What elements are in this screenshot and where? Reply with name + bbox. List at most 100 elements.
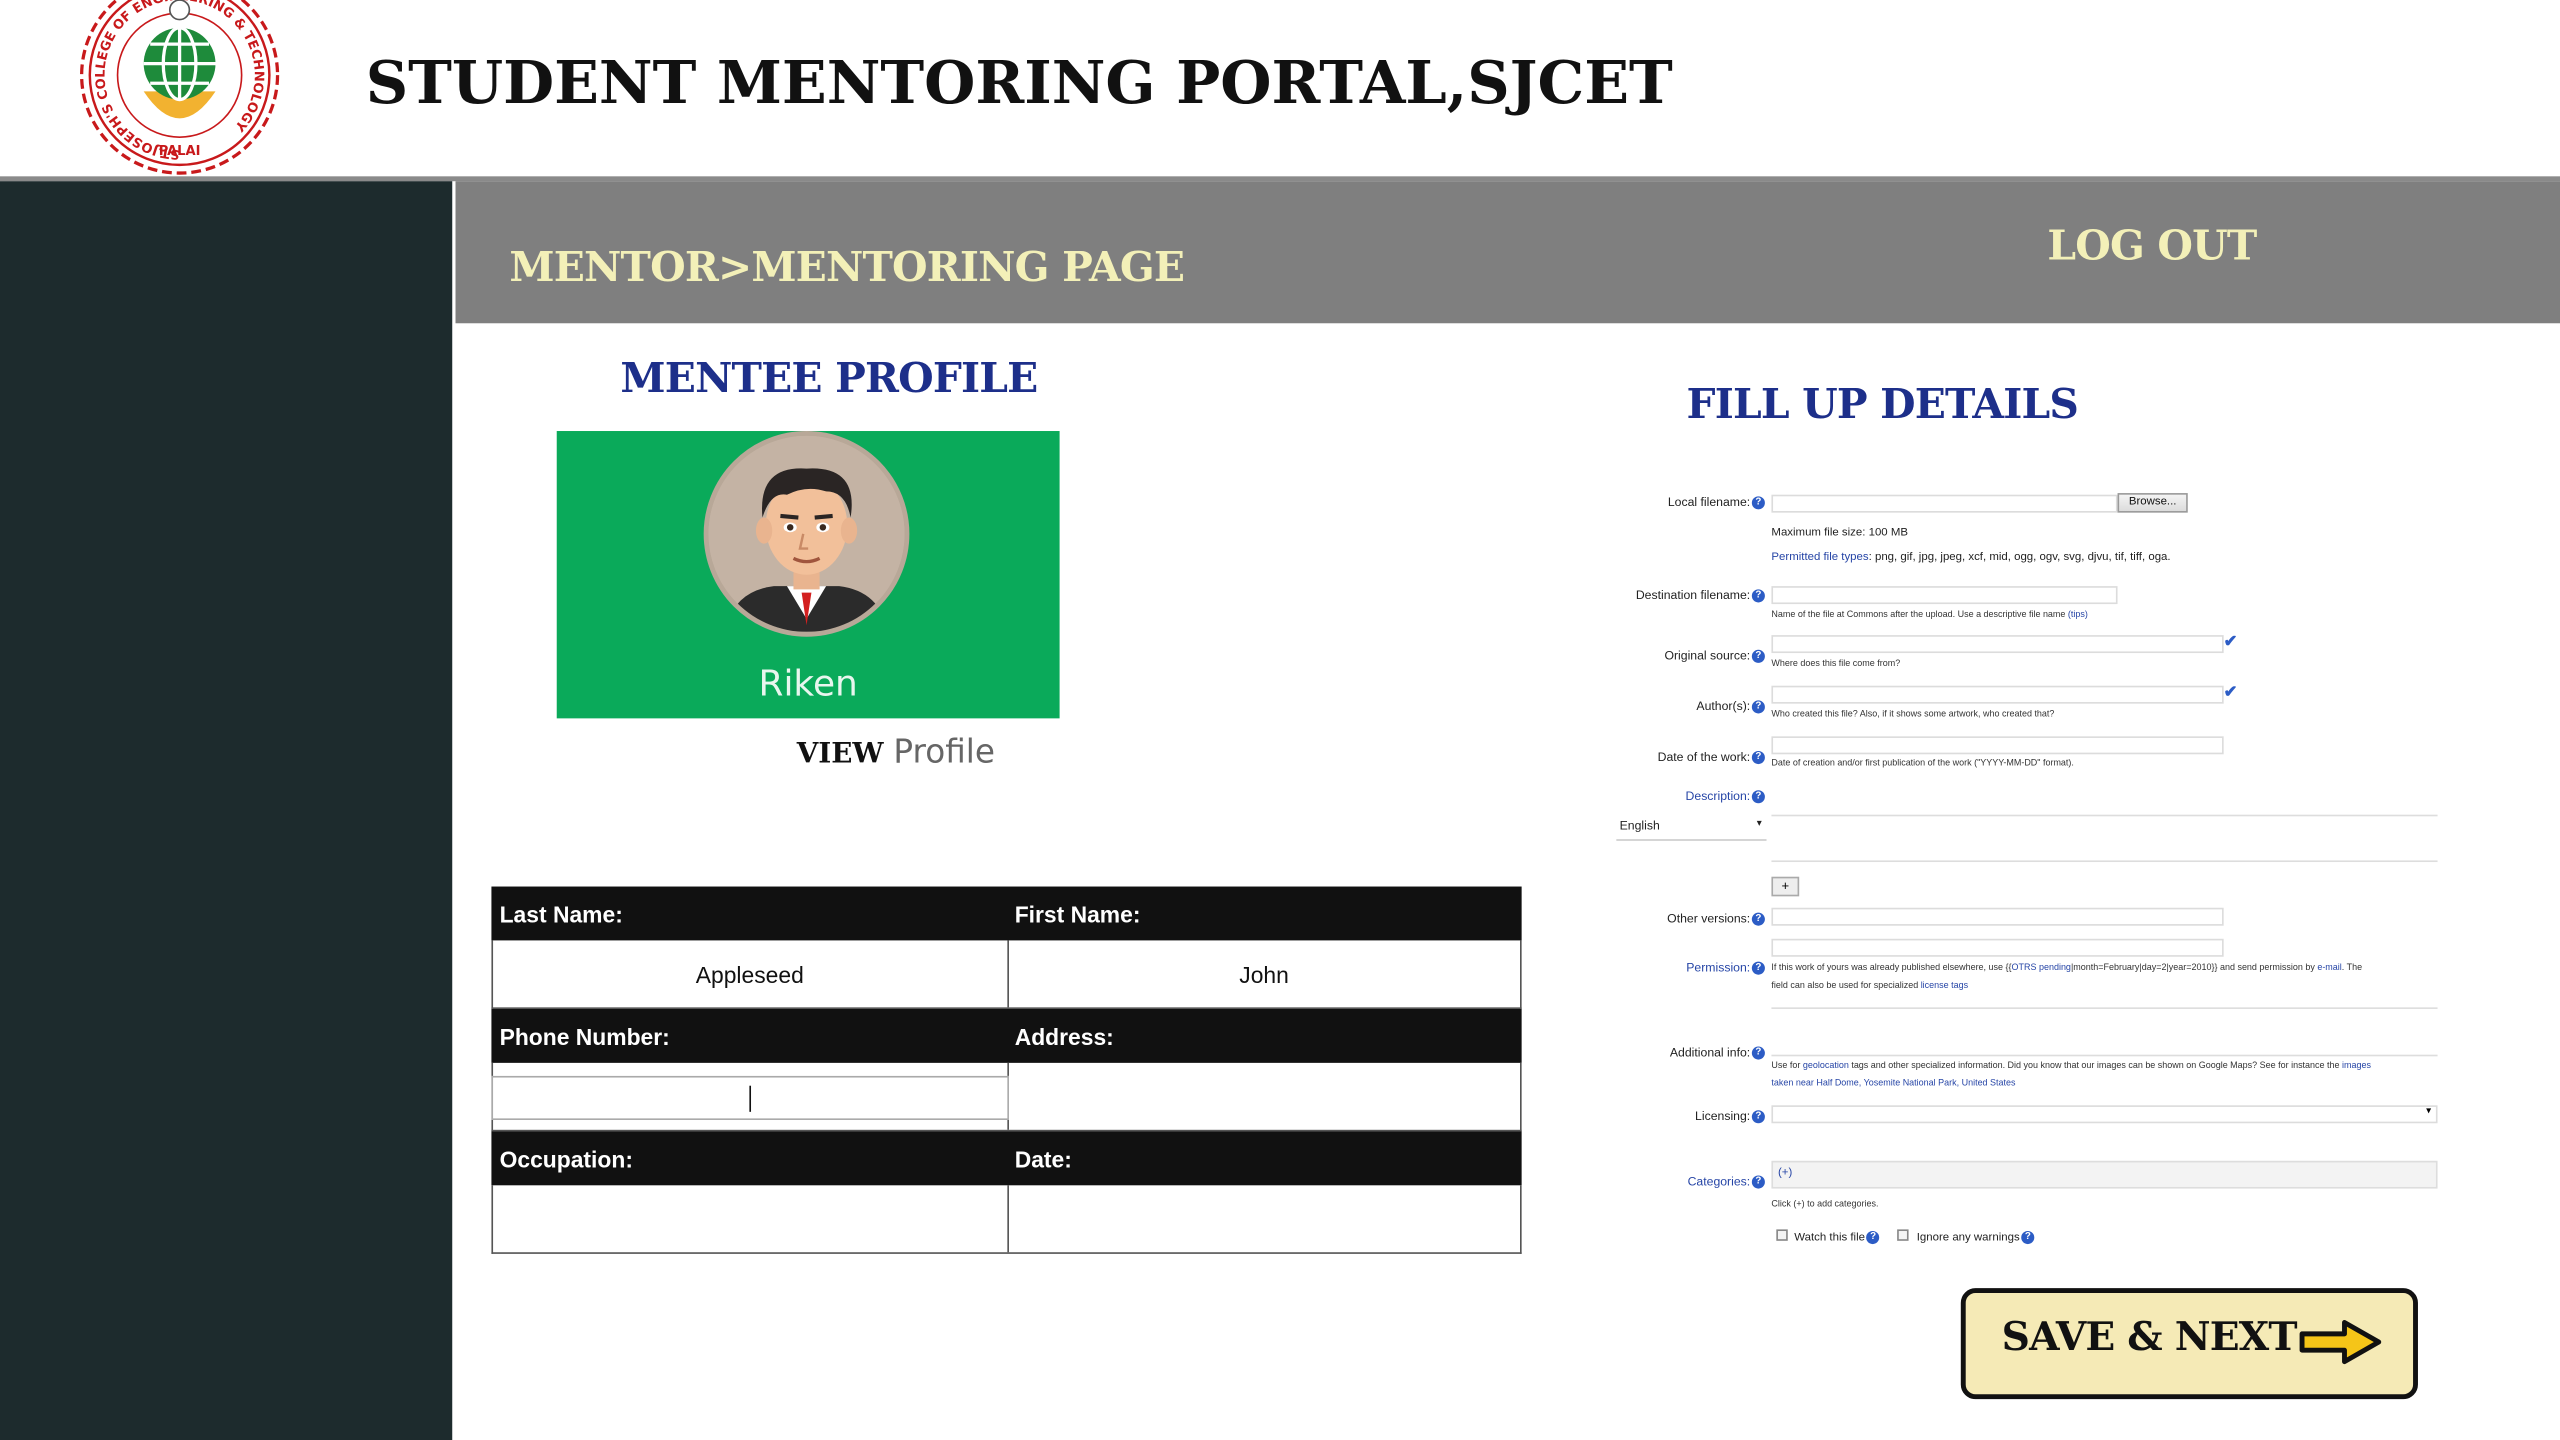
date-of-work-input[interactable] [1771, 736, 2224, 755]
help-icon[interactable]: ? [2021, 1231, 2035, 1245]
permission-field-label: Permission:? [1686, 960, 1765, 975]
destination-filename-input[interactable] [1771, 586, 2118, 605]
logout-button[interactable]: LOG OUT [2047, 222, 2257, 269]
ignore-warnings-checkbox[interactable] [1897, 1229, 1909, 1241]
fill-up-details-heading: FILL UP DETAILS [1686, 380, 2079, 428]
date-label: Date: [1014, 1145, 1072, 1172]
add-category-link[interactable]: (+) [1778, 1167, 1792, 1178]
help-icon[interactable]: ? [1751, 751, 1765, 765]
licensing-select[interactable]: ▾ [1771, 1105, 2438, 1124]
add-description-button[interactable]: + [1771, 876, 1800, 897]
language-select[interactable]: English ▾ [1616, 815, 1767, 841]
mentee-name: Riken [758, 664, 858, 706]
first-name-label: First Name: [1014, 900, 1141, 927]
authors-field-label: Author(s):? [1696, 698, 1765, 714]
local-filename-label: Local filename: [1667, 494, 1751, 510]
page: ST.JOSEPH'S COLLEGE OF ENGINEERING & TEC… [0, 0, 2560, 1440]
additional-info-note-line2: taken near Half Dome, Yosemite National … [1771, 1079, 2015, 1089]
permission-note: If this work of yours was already publis… [1771, 963, 2362, 973]
last-name-label: Last Name: [499, 900, 623, 927]
images-link[interactable]: images [2342, 1061, 2371, 1071]
ignore-warnings-option: Ignore any warnings? [1916, 1231, 2035, 1245]
original-source-note: Where does this file come from? [1771, 659, 1901, 670]
additional-info-field-label: Additional info:? [1670, 1045, 1765, 1060]
half-dome-link[interactable]: taken near Half Dome, Yosemite National … [1771, 1079, 2015, 1089]
table-row [491, 1185, 1522, 1254]
license-tags-link[interactable]: license tags [1921, 981, 1968, 991]
destination-note-text: Name of the file at Commons after the up… [1771, 610, 2068, 621]
licensing-field-label: Licensing:? [1695, 1109, 1765, 1124]
help-icon[interactable]: ? [1751, 589, 1765, 603]
categories-box[interactable]: (+) [1771, 1160, 2438, 1189]
ignore-warnings-label: Ignore any warnings [1916, 1232, 2020, 1244]
description-label[interactable]: Description: [1686, 789, 1751, 804]
destination-note: Name of the file at Commons after the up… [1771, 611, 2087, 621]
table-header-row: Occupation: Date: [491, 1131, 1522, 1186]
address-label: Address: [1014, 1022, 1114, 1049]
help-icon[interactable]: ? [1751, 1110, 1765, 1124]
top-bar: MENTOR>MENTORING PAGE LOG OUT [455, 181, 2560, 324]
last-name-value[interactable]: Appleseed [493, 940, 1006, 1007]
phone-number-input[interactable] [491, 1075, 1009, 1120]
help-icon[interactable]: ? [1866, 1231, 1880, 1245]
tips-link[interactable]: (tips) [2068, 611, 2088, 621]
browse-button[interactable]: Browse... [2117, 493, 2188, 513]
save-next-button[interactable]: SAVE & NEXT [1960, 1288, 2418, 1400]
mentee-avatar-image [708, 435, 905, 632]
watch-file-option: Watch this file? [1794, 1231, 1880, 1245]
permission-note-line2: field can also be used for specialized l… [1771, 981, 1968, 991]
geolocation-link[interactable]: geolocation [1803, 1061, 1849, 1071]
help-icon[interactable]: ? [1751, 912, 1765, 926]
breadcrumb: MENTOR>MENTORING PAGE [509, 243, 1185, 291]
help-icon[interactable]: ? [1751, 496, 1765, 510]
categories-label[interactable]: Categories: [1688, 1174, 1751, 1189]
help-icon[interactable]: ? [1751, 649, 1765, 663]
phone-number-label: Phone Number: [499, 1022, 670, 1049]
licensing-label: Licensing: [1695, 1108, 1751, 1124]
other-versions-label: Other versions: [1667, 911, 1751, 926]
permission-input[interactable] [1771, 938, 2224, 957]
permitted-file-types-link[interactable]: Permitted file types [1771, 552, 1868, 563]
original-source-field-label: Original source:? [1664, 648, 1765, 663]
authors-input[interactable] [1771, 685, 2224, 704]
other-versions-input[interactable] [1771, 907, 2224, 926]
watch-file-checkbox[interactable] [1776, 1229, 1788, 1241]
permission-label[interactable]: Permission: [1686, 960, 1750, 975]
help-icon[interactable]: ? [1751, 700, 1765, 714]
date-value[interactable] [1006, 1185, 1520, 1253]
original-source-input[interactable] [1771, 635, 2224, 654]
permission-note-text: field can also be used for specialized [1771, 981, 1921, 992]
authors-label: Author(s): [1696, 698, 1751, 714]
otrs-pending-link[interactable]: OTRS pending [2012, 963, 2071, 973]
additional-info-text: Use for [1771, 1061, 1803, 1072]
description-textarea[interactable] [1771, 816, 2438, 863]
address-value[interactable] [1006, 1062, 1520, 1130]
help-icon[interactable]: ? [1751, 790, 1765, 804]
checkmark-icon: ✔ [2223, 633, 2238, 652]
text-cursor [749, 1085, 752, 1112]
local-filename-input[interactable] [1771, 494, 2118, 513]
view-profile-link[interactable]: VIEW Profile [797, 731, 995, 770]
arrow-right-icon [2299, 1319, 2382, 1365]
help-icon[interactable]: ? [1751, 1175, 1765, 1189]
first-name-value[interactable]: John [1006, 940, 1520, 1008]
chevron-down-icon: ▾ [2426, 1106, 2432, 1117]
local-filename-field-label: Local filename:? [1668, 495, 1765, 510]
destination-filename-label: Destination filename: [1635, 587, 1751, 603]
occupation-value[interactable] [493, 1185, 1006, 1252]
mentee-profile-card[interactable]: Riken [556, 431, 1060, 719]
help-icon[interactable]: ? [1751, 1046, 1765, 1060]
table-header-row: Last Name: First Name: [491, 886, 1522, 941]
additional-info-divider [1771, 1054, 2438, 1057]
view-word: VIEW [796, 737, 884, 771]
portal-title: STUDENT MENTORING PORTAL,SJCET [365, 48, 1673, 118]
permitted-file-types: Permitted file types: png, gif, jpg, jpe… [1771, 552, 2170, 563]
help-icon[interactable]: ? [1751, 961, 1765, 975]
logo-bottom-text: PALAI [159, 144, 201, 159]
permission-note-text: |month=February|day=2|year=2010}} and se… [2070, 963, 2318, 974]
permission-note-text: . The [2341, 963, 2363, 974]
permission-divider [1771, 1007, 2438, 1009]
sidebar [0, 181, 453, 1440]
language-value: English [1619, 817, 1660, 833]
email-link[interactable]: e-mail [2317, 963, 2341, 973]
